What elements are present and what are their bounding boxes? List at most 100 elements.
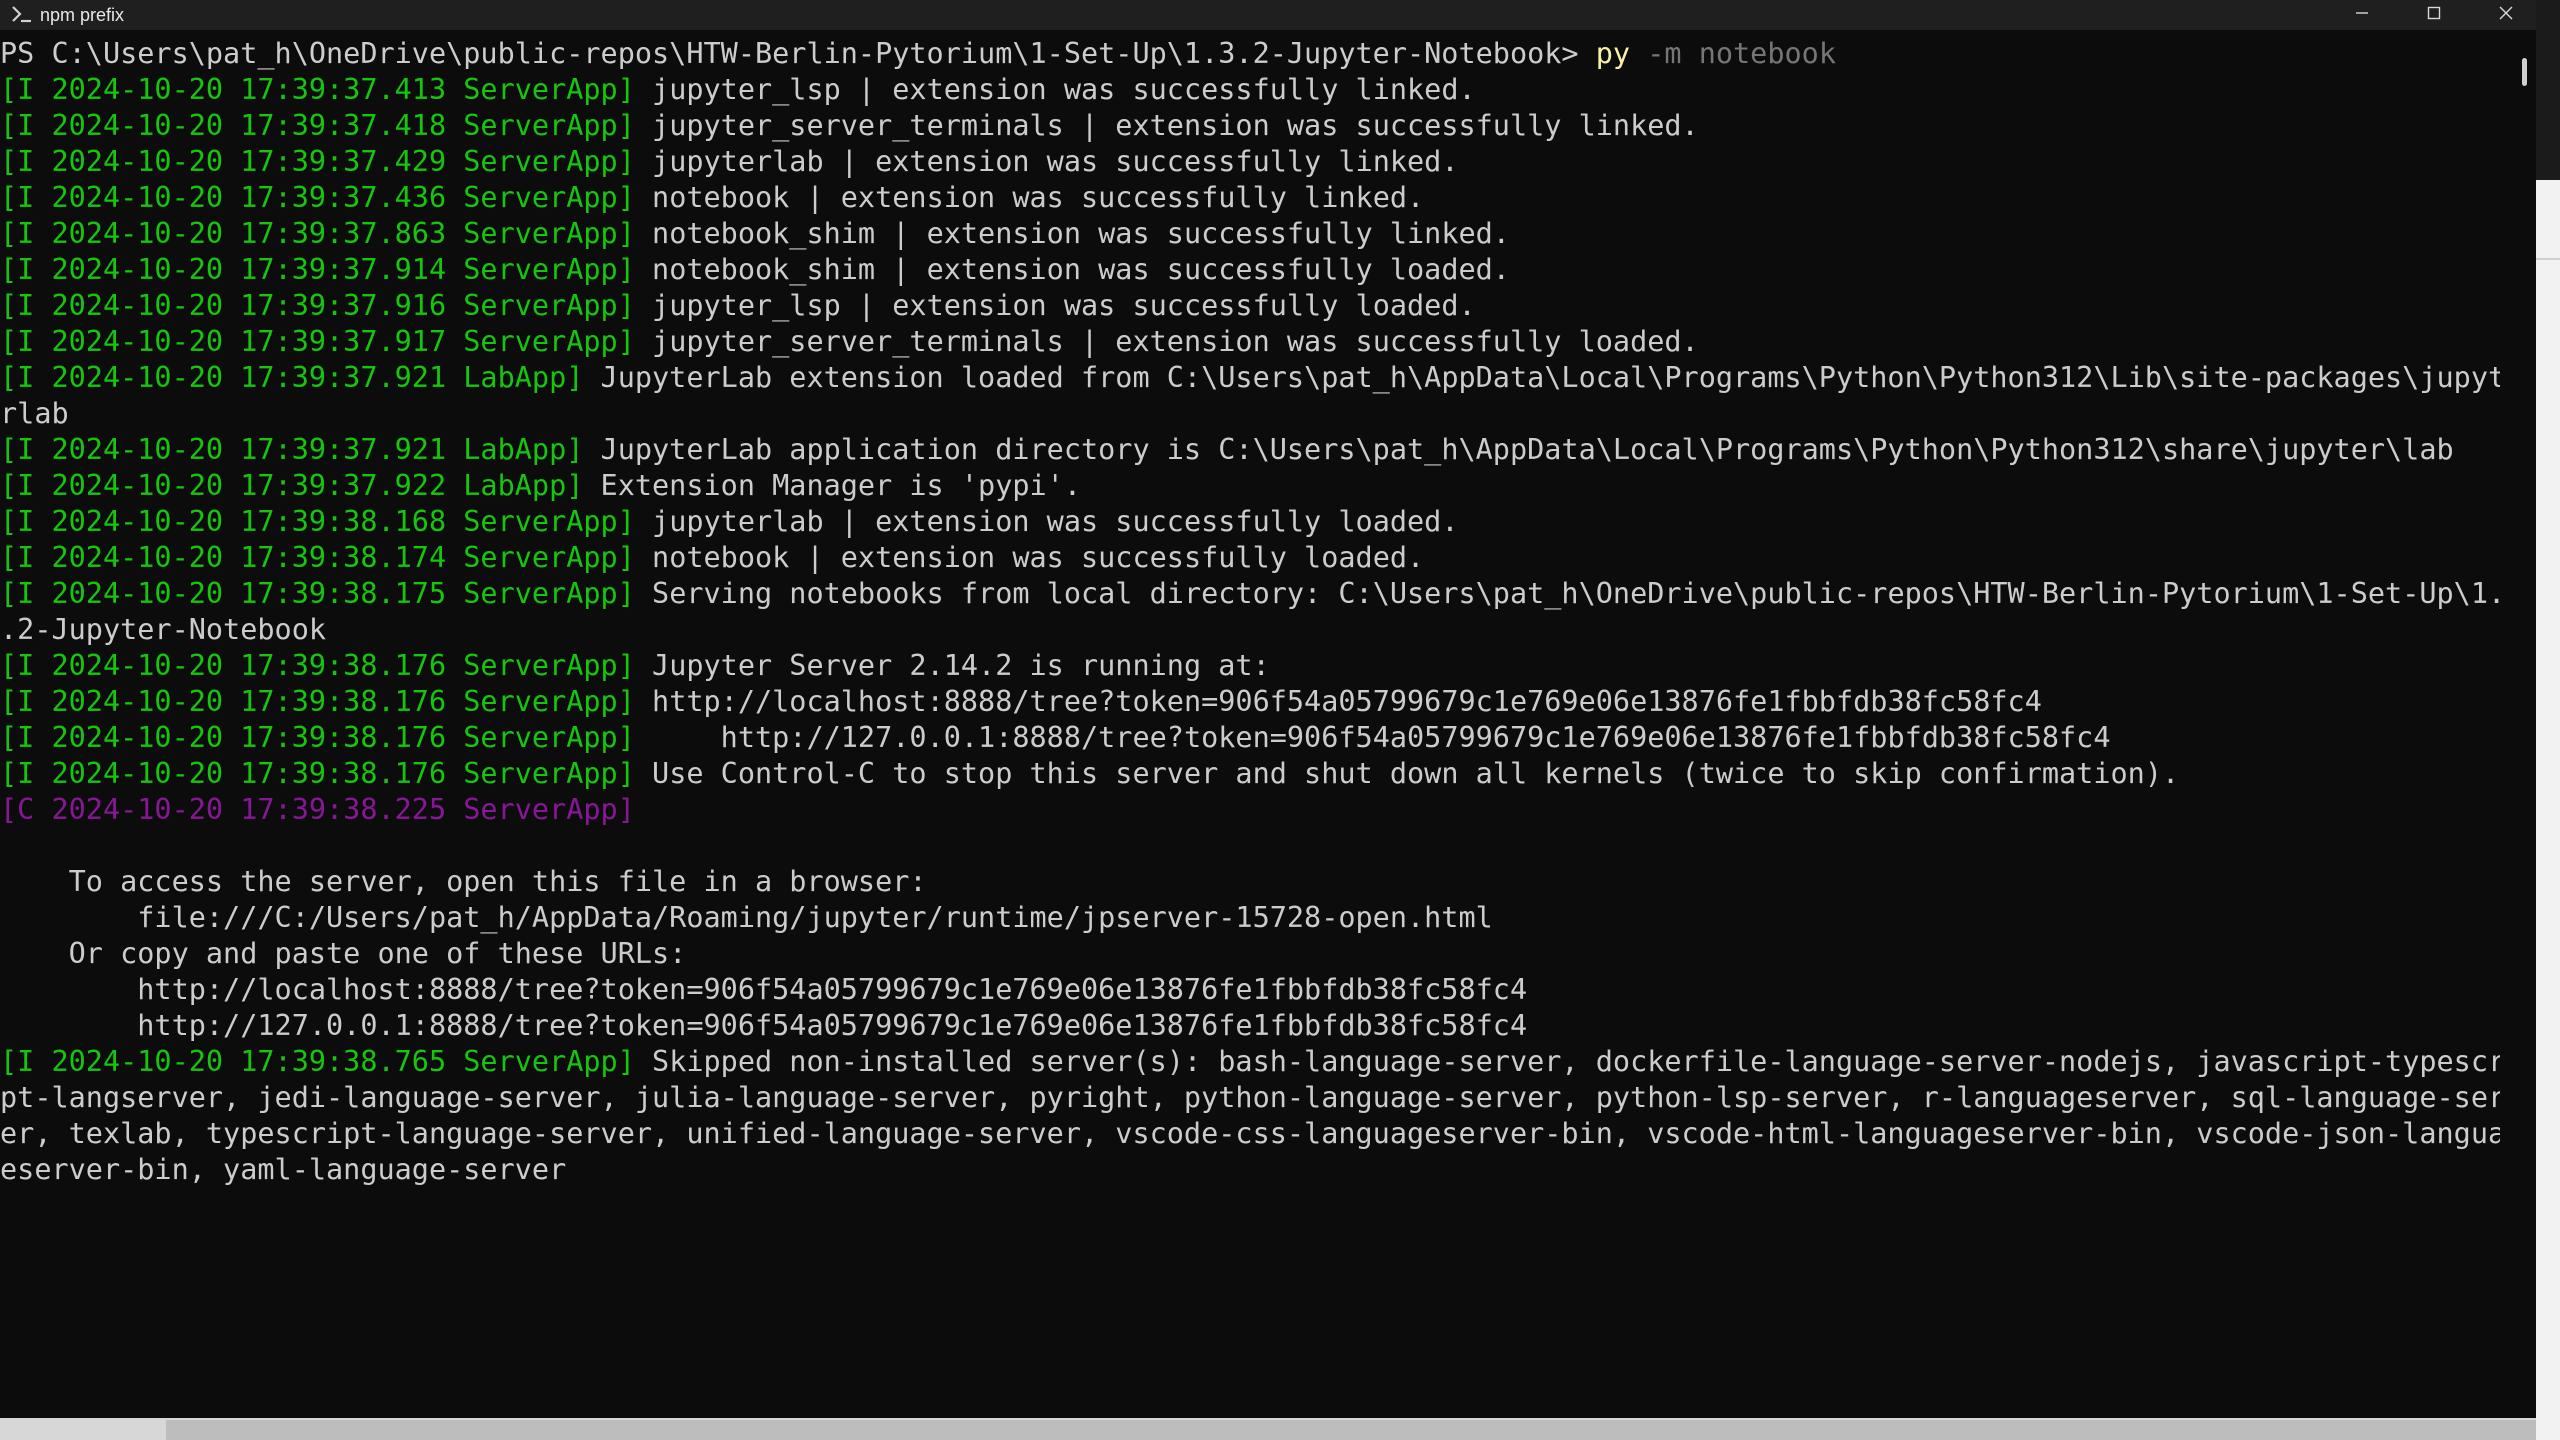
log-line: .2-Jupyter-Notebook (0, 612, 2500, 648)
log-prefix: [I 2024-10-20 17:39:38.168 ServerApp] (0, 505, 635, 538)
log-line: [I 2024-10-20 17:39:37.413 ServerApp] ju… (0, 72, 2500, 108)
log-line: [I 2024-10-20 17:39:37.863 ServerApp] no… (0, 216, 2500, 252)
log-text: Skipped non-installed server(s): bash-la… (634, 1045, 2500, 1078)
log-text: rlab (0, 397, 69, 430)
log-prefix: [I 2024-10-20 17:39:38.176 ServerApp] (0, 757, 635, 790)
log-text: notebook | extension was successfully lo… (634, 541, 1425, 574)
close-button[interactable] (2470, 0, 2536, 30)
log-text: http://localhost:8888/tree?token=906f54a… (0, 973, 1528, 1006)
command-args: -m notebook (1630, 37, 1836, 70)
log-prefix: [I 2024-10-20 17:39:38.765 ServerApp] (0, 1045, 635, 1078)
log-prefix: [I 2024-10-20 17:39:37.413 ServerApp] (0, 73, 635, 106)
log-text: Or copy and paste one of these URLs: (0, 937, 687, 970)
log-text: notebook | extension was successfully li… (634, 181, 1425, 214)
log-line: http://localhost:8888/tree?token=906f54a… (0, 972, 2500, 1008)
log-prefix: [I 2024-10-20 17:39:37.922 LabApp] (0, 469, 584, 502)
log-line: [I 2024-10-20 17:39:38.176 ServerApp] Us… (0, 756, 2500, 792)
log-text: Jupyter Server 2.14.2 is running at: (634, 649, 1270, 682)
log-prefix: [I 2024-10-20 17:39:37.863 ServerApp] (0, 217, 635, 250)
background-window-divider (2536, 258, 2560, 260)
log-line: http://127.0.0.1:8888/tree?token=906f54a… (0, 1008, 2500, 1044)
log-text: pt-langserver, jedi-language-server, jul… (0, 1081, 2500, 1114)
prompt-text: PS C:\Users\pat_h\OneDrive\public-repos\… (0, 37, 1596, 70)
log-prefix: [I 2024-10-20 17:39:38.176 ServerApp] (0, 721, 635, 754)
log-prefix: [I 2024-10-20 17:39:37.429 ServerApp] (0, 145, 635, 178)
log-prefix: [C 2024-10-20 17:39:38.225 ServerApp] (0, 793, 635, 826)
log-text: http://127.0.0.1:8888/tree?token=906f54a… (0, 1009, 1528, 1042)
background-window-edge-dark (2536, 0, 2560, 180)
log-line: [I 2024-10-20 17:39:38.765 ServerApp] Sk… (0, 1044, 2500, 1080)
log-line: [I 2024-10-20 17:39:37.917 ServerApp] ju… (0, 324, 2500, 360)
log-line: [I 2024-10-20 17:39:37.436 ServerApp] no… (0, 180, 2500, 216)
log-text: JupyterLab extension loaded from C:\User… (583, 361, 2500, 394)
log-line: [I 2024-10-20 17:39:37.914 ServerApp] no… (0, 252, 2500, 288)
log-text: http://127.0.0.1:8888/tree?token=906f54a… (634, 721, 2111, 754)
title-bar[interactable]: npm prefix (0, 0, 2536, 30)
log-line: To access the server, open this file in … (0, 864, 2500, 900)
log-text: Use Control-C to stop this server and sh… (634, 757, 2180, 790)
log-text: JupyterLab application directory is C:\U… (583, 433, 2454, 466)
log-line: [I 2024-10-20 17:39:37.916 ServerApp] ju… (0, 288, 2500, 324)
log-text: er, texlab, typescript-language-server, … (0, 1117, 2500, 1150)
minimize-icon (2354, 5, 2370, 25)
log-line: [I 2024-10-20 17:39:37.922 LabApp] Exten… (0, 468, 2500, 504)
log-text: Extension Manager is 'pypi'. (583, 469, 1081, 502)
log-prefix: [I 2024-10-20 17:39:38.176 ServerApp] (0, 685, 635, 718)
log-line: [I 2024-10-20 17:39:37.418 ServerApp] ju… (0, 108, 2500, 144)
log-line: [I 2024-10-20 17:39:37.921 LabApp] Jupyt… (0, 360, 2500, 396)
log-line: [I 2024-10-20 17:39:38.176 ServerApp] ht… (0, 720, 2500, 756)
log-prefix: [I 2024-10-20 17:39:37.436 ServerApp] (0, 181, 635, 214)
log-text: file:///C:/Users/pat_h/AppData/Roaming/j… (0, 901, 1493, 934)
log-text: jupyter_lsp | extension was successfully… (634, 289, 1476, 322)
log-text: notebook_shim | extension was successful… (634, 253, 1510, 286)
window-title: npm prefix (40, 5, 125, 25)
log-text: notebook_shim | extension was successful… (634, 217, 1510, 250)
horizontal-scrollbar-thumb[interactable] (166, 1420, 2536, 1440)
log-text: .2-Jupyter-Notebook (0, 613, 327, 646)
log-line: [I 2024-10-20 17:39:38.174 ServerApp] no… (0, 540, 2500, 576)
log-line: eserver-bin, yaml-language-server (0, 1152, 2500, 1188)
log-prefix: [I 2024-10-20 17:39:37.914 ServerApp] (0, 253, 635, 286)
close-icon (2498, 5, 2514, 25)
log-text: jupyterlab | extension was successfully … (634, 145, 1459, 178)
log-text: jupyter_server_terminals | extension was… (634, 325, 1699, 358)
log-prefix: [I 2024-10-20 17:39:38.174 ServerApp] (0, 541, 635, 574)
log-line: [C 2024-10-20 17:39:38.225 ServerApp] (0, 792, 2500, 828)
log-line: rlab (0, 396, 2500, 432)
log-line: [I 2024-10-20 17:39:38.176 ServerApp] ht… (0, 684, 2500, 720)
log-prefix: [I 2024-10-20 17:39:37.418 ServerApp] (0, 109, 635, 142)
vertical-scrollbar[interactable] (2506, 36, 2532, 1410)
log-text: jupyter_lsp | extension was successfully… (634, 73, 1476, 106)
log-prefix: [I 2024-10-20 17:39:37.921 LabApp] (0, 361, 584, 394)
prompt-line: PS C:\Users\pat_h\OneDrive\public-repos\… (0, 36, 2500, 72)
log-prefix: [I 2024-10-20 17:39:37.921 LabApp] (0, 433, 584, 466)
log-line: [I 2024-10-20 17:39:38.168 ServerApp] ju… (0, 504, 2500, 540)
command-text: py (1595, 37, 1631, 70)
log-line: er, texlab, typescript-language-server, … (0, 1116, 2500, 1152)
log-line: [I 2024-10-20 17:39:37.429 ServerApp] ju… (0, 144, 2500, 180)
terminal-output[interactable]: PS C:\Users\pat_h\OneDrive\public-repos\… (0, 36, 2500, 1396)
log-text: eserver-bin, yaml-language-server (0, 1153, 567, 1186)
log-line: [I 2024-10-20 17:39:38.176 ServerApp] Ju… (0, 648, 2500, 684)
background-window-edge (2536, 0, 2560, 1440)
log-line: [I 2024-10-20 17:39:37.921 LabApp] Jupyt… (0, 432, 2500, 468)
log-line: [I 2024-10-20 17:39:38.175 ServerApp] Se… (0, 576, 2500, 612)
minimize-button[interactable] (2326, 0, 2398, 30)
vertical-scrollbar-thumb[interactable] (2522, 58, 2527, 86)
log-line: file:///C:/Users/pat_h/AppData/Roaming/j… (0, 900, 2500, 936)
log-prefix: [I 2024-10-20 17:39:37.917 ServerApp] (0, 325, 635, 358)
log-line: Or copy and paste one of these URLs: (0, 936, 2500, 972)
log-text: To access the server, open this file in … (0, 865, 927, 898)
log-line: pt-langserver, jedi-language-server, jul… (0, 1080, 2500, 1116)
log-text: Serving notebooks from local directory: … (634, 577, 2500, 610)
log-prefix: [I 2024-10-20 17:39:38.176 ServerApp] (0, 649, 635, 682)
log-prefix: [I 2024-10-20 17:39:37.916 ServerApp] (0, 289, 635, 322)
terminal-window: npm prefix PS C:\Users\pat_h\OneDrive\pu… (0, 0, 2536, 1418)
log-text: http://localhost:8888/tree?token=906f54a… (634, 685, 2042, 718)
terminal-icon (10, 3, 34, 25)
maximize-button[interactable] (2398, 0, 2470, 30)
log-text: jupyter_server_terminals | extension was… (634, 109, 1699, 142)
log-prefix: [I 2024-10-20 17:39:38.175 ServerApp] (0, 577, 635, 610)
log-text: jupyterlab | extension was successfully … (634, 505, 1459, 538)
